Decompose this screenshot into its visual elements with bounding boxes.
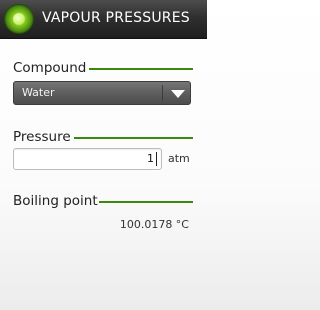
boiling-point-value: 100.0178 °C [119,218,189,231]
pressure-unit: atm [168,152,190,165]
compound-label: Compound [13,60,87,76]
text-caret [156,152,157,166]
green-orb-icon [4,4,34,34]
boiling-point-divider [99,201,193,203]
app-title: VAPOUR PRESSURES [42,10,190,26]
pressure-label: Pressure [13,129,71,145]
title-bar: VAPOUR PRESSURES [0,0,207,39]
compound-divider [89,68,193,70]
compound-selected-value: Water [22,86,55,99]
dropdown-divider [162,85,163,101]
compound-dropdown[interactable]: Water [13,81,191,105]
chevron-down-icon[interactable] [171,90,185,98]
pressure-input-value: 1 [147,152,154,165]
boiling-point-label: Boiling point [13,193,98,209]
pressure-input[interactable]: 1 [13,148,162,170]
pressure-divider [74,137,193,139]
